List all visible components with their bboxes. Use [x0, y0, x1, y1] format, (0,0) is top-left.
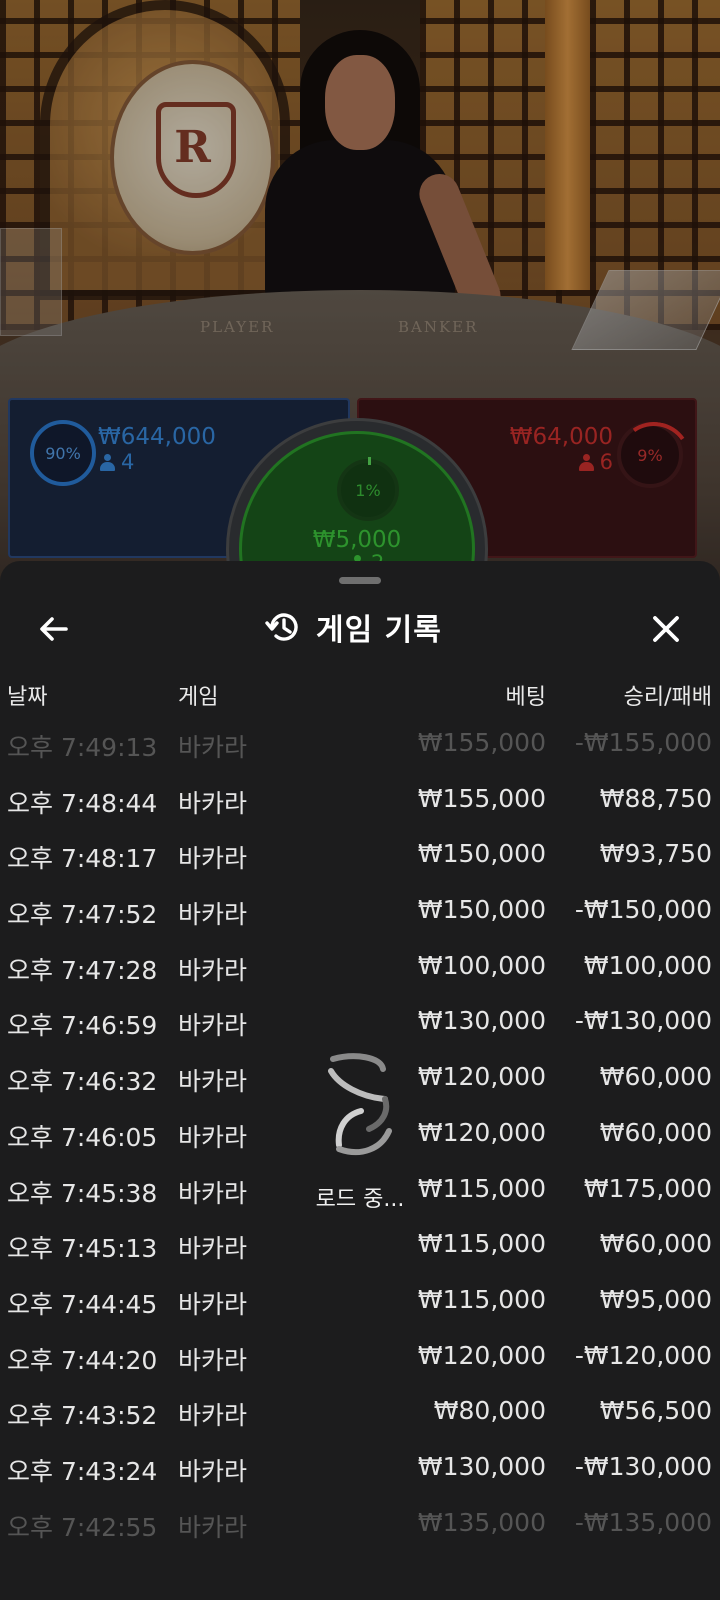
row-bet: ₩120,000 [417, 1340, 546, 1370]
row-game: 바카라 [178, 1345, 248, 1375]
row-game: 바카라 [178, 1067, 248, 1097]
video-dim-overlay [0, 0, 720, 600]
row-game: 바카라 [178, 788, 248, 818]
row-result: ₩60,000 [599, 1117, 712, 1147]
column-game: 게임 [178, 685, 219, 710]
row-result: ₩100,000 [583, 950, 712, 980]
row-result: ₩56,500 [599, 1396, 712, 1426]
game-history-sheet: 게임 기록 날짜 게임 베팅 승리/패배 오후 7:49:13 바카라 ₩155… [0, 561, 720, 1600]
row-game: 바카라 [178, 1456, 248, 1486]
row-game: 바카라 [178, 1512, 248, 1542]
row-date: 오후 7:43:52 [7, 1401, 158, 1431]
row-bet: ₩130,000 [417, 1451, 546, 1481]
row-bet: ₩150,000 [417, 895, 546, 925]
table-row[interactable]: 오후 7:49:13 바카라 ₩155,000 -₩155,000 [0, 716, 720, 772]
row-game: 바카라 [178, 844, 248, 874]
spinner-icon [328, 1053, 392, 1156]
row-date: 오후 7:48:44 [7, 788, 158, 818]
row-game: 바카라 [178, 1289, 248, 1319]
sheet-drag-handle[interactable] [339, 577, 381, 584]
row-result: -₩135,000 [574, 1507, 712, 1537]
row-date: 오후 7:44:20 [7, 1345, 158, 1375]
column-date: 날짜 [7, 685, 48, 710]
table-row[interactable]: 오후 7:44:20 바카라 ₩120,000 -₩120,000 [0, 1329, 720, 1385]
table-row[interactable]: 오후 7:46:59 바카라 ₩130,000 -₩130,000 [0, 994, 720, 1050]
row-bet: ₩80,000 [433, 1396, 546, 1426]
table-row[interactable]: 오후 7:48:17 바카라 ₩150,000 ₩93,750 [0, 827, 720, 883]
row-game: 바카라 [178, 733, 248, 762]
row-date: 오후 7:43:24 [7, 1456, 158, 1486]
row-date: 오후 7:44:45 [7, 1289, 158, 1319]
row-bet: ₩115,000 [417, 1173, 546, 1203]
row-bet: ₩120,000 [417, 1117, 546, 1147]
row-result: ₩88,750 [599, 783, 712, 813]
row-date: 오후 7:42:55 [7, 1512, 158, 1542]
row-result: -₩155,000 [574, 728, 712, 757]
row-game: 바카라 [178, 1011, 248, 1041]
row-result: -₩130,000 [574, 1006, 712, 1036]
row-game: 바카라 [178, 1122, 248, 1152]
back-button[interactable] [36, 611, 72, 647]
sheet-header: 게임 기록 [264, 605, 442, 649]
history-table-header: 날짜 게임 베팅 승리/패배 [0, 673, 720, 713]
row-result: -₩130,000 [574, 1451, 712, 1481]
row-date: 오후 7:47:28 [7, 955, 158, 985]
table-row[interactable]: 오후 7:42:55 바카라 ₩135,000 -₩135,000 [0, 1496, 720, 1552]
arrow-left-icon [40, 617, 68, 641]
row-bet: ₩155,000 [417, 783, 546, 813]
row-result: ₩95,000 [599, 1284, 712, 1314]
loading-indicator: 로드 중... [300, 1049, 420, 1229]
row-date: 오후 7:47:52 [7, 900, 158, 930]
row-bet: ₩120,000 [417, 1062, 546, 1092]
row-game: 바카라 [178, 900, 248, 930]
table-row[interactable]: 오후 7:43:52 바카라 ₩80,000 ₩56,500 [0, 1384, 720, 1440]
table-row[interactable]: 오후 7:48:44 바카라 ₩155,000 ₩88,750 [0, 772, 720, 828]
row-result: ₩93,750 [599, 839, 712, 869]
row-bet: ₩100,000 [417, 950, 546, 980]
row-bet: ₩155,000 [417, 728, 546, 757]
history-icon [265, 613, 298, 641]
row-bet: ₩130,000 [417, 1006, 546, 1036]
row-bet: ₩115,000 [417, 1284, 546, 1314]
close-icon [653, 616, 679, 642]
row-bet: ₩135,000 [417, 1507, 546, 1537]
row-game: 바카라 [178, 1401, 248, 1431]
row-result: ₩60,000 [599, 1062, 712, 1092]
table-row[interactable]: 오후 7:47:52 바카라 ₩150,000 -₩150,000 [0, 883, 720, 939]
row-game: 바카라 [178, 1234, 248, 1264]
column-result: 승리/패배 [623, 685, 712, 710]
table-row[interactable]: 오후 7:47:28 바카라 ₩100,000 ₩100,000 [0, 939, 720, 995]
row-date: 오후 7:49:13 [7, 733, 158, 762]
row-result: -₩120,000 [574, 1340, 712, 1370]
row-result: ₩175,000 [583, 1173, 712, 1203]
row-result: ₩60,000 [599, 1229, 712, 1259]
close-button[interactable] [648, 611, 684, 647]
column-bet: 베팅 [505, 685, 546, 710]
row-bet: ₩150,000 [417, 839, 546, 869]
row-bet: ₩115,000 [417, 1229, 546, 1259]
row-date: 오후 7:45:13 [7, 1234, 158, 1264]
row-date: 오후 7:46:59 [7, 1011, 158, 1041]
row-game: 바카라 [178, 1178, 248, 1208]
row-date: 오후 7:46:05 [7, 1122, 158, 1152]
row-date: 오후 7:48:17 [7, 844, 158, 874]
row-game: 바카라 [178, 955, 248, 985]
row-date: 오후 7:45:38 [7, 1178, 158, 1208]
row-date: 오후 7:46:32 [7, 1067, 158, 1097]
sheet-title: 게임 기록 [316, 613, 442, 648]
table-row[interactable]: 오후 7:43:24 바카라 ₩130,000 -₩130,000 [0, 1440, 720, 1496]
table-row[interactable]: 오후 7:44:45 바카라 ₩115,000 ₩95,000 [0, 1273, 720, 1329]
loading-label: 로드 중... [315, 1187, 405, 1212]
row-result: -₩150,000 [574, 895, 712, 925]
live-video: R PLAYER BANKER 90% ₩644,000 4 9% ₩64,00… [0, 0, 720, 600]
